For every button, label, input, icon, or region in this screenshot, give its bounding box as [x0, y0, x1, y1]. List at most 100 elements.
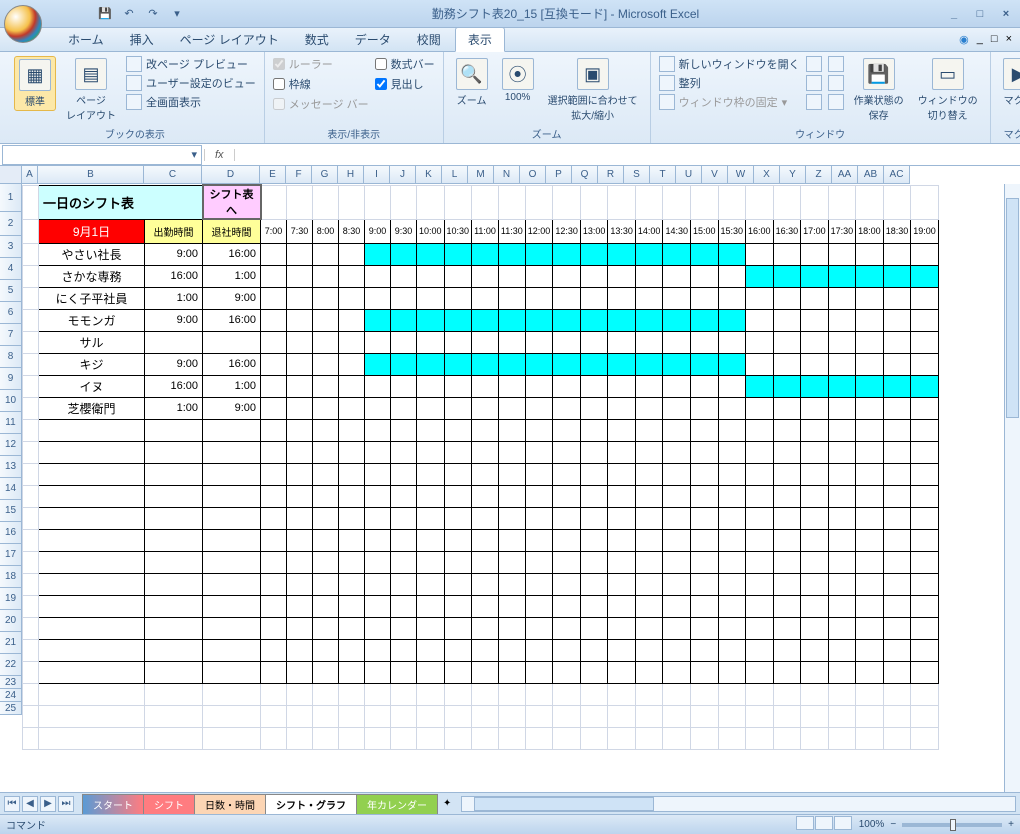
vertical-scrollbar[interactable] — [1004, 184, 1020, 792]
col-header-AC[interactable]: AC — [884, 166, 910, 184]
reset-pos-button[interactable] — [828, 94, 844, 110]
sheet-tab-1[interactable]: シフト — [143, 794, 195, 814]
row-header-1[interactable]: 1 — [0, 184, 22, 212]
mdi-restore[interactable]: □ — [991, 33, 998, 46]
col-header-T[interactable]: T — [650, 166, 676, 184]
chk-headings[interactable]: 見出し — [375, 76, 435, 92]
row-header-9[interactable]: 9 — [0, 368, 22, 390]
col-header-F[interactable]: F — [286, 166, 312, 184]
chk-formula-bar[interactable]: 数式バー — [375, 56, 435, 72]
tab-nav-last[interactable]: ⏭ — [58, 796, 74, 812]
arrange-button[interactable]: 整列 — [659, 75, 800, 91]
row-header-18[interactable]: 18 — [0, 566, 22, 588]
freeze-panes-button[interactable]: ウィンドウ枠の固定 ▾ — [659, 94, 800, 110]
row-header-22[interactable]: 22 — [0, 654, 22, 676]
select-all-corner[interactable] — [0, 166, 22, 184]
row-header-3[interactable]: 3 — [0, 236, 22, 258]
col-header-X[interactable]: X — [754, 166, 780, 184]
col-header-M[interactable]: M — [468, 166, 494, 184]
new-sheet-icon[interactable]: ✦ — [437, 798, 457, 809]
row-header-25[interactable]: 25 — [0, 702, 22, 715]
menu-tab-6[interactable]: 表示 — [455, 27, 505, 52]
menu-tab-5[interactable]: 校閲 — [405, 28, 453, 51]
col-header-D[interactable]: D — [202, 166, 260, 184]
new-window-button[interactable]: 新しいウィンドウを開く — [659, 56, 800, 72]
col-header-C[interactable]: C — [144, 166, 202, 184]
row-header-14[interactable]: 14 — [0, 478, 22, 500]
zoom-out[interactable]: − — [890, 819, 896, 830]
pagebreak-preview-button[interactable]: 改ページ プレビュー — [126, 56, 256, 72]
col-header-A[interactable]: A — [22, 166, 38, 184]
col-header-AA[interactable]: AA — [832, 166, 858, 184]
col-header-L[interactable]: L — [442, 166, 468, 184]
horizontal-scrollbar[interactable] — [461, 796, 1016, 812]
chk-gridlines[interactable]: 枠線 — [273, 76, 369, 92]
name-box[interactable]: ▾ — [2, 145, 202, 165]
col-header-R[interactable]: R — [598, 166, 624, 184]
view-normal-button[interactable]: ▦ 標準 — [14, 56, 56, 111]
sheet-tab-4[interactable]: 年カレンダー — [356, 794, 438, 814]
close-button[interactable]: × — [996, 5, 1016, 23]
row-header-8[interactable]: 8 — [0, 346, 22, 368]
split-button[interactable] — [806, 56, 822, 72]
view-buttons[interactable] — [796, 816, 853, 833]
row-header-21[interactable]: 21 — [0, 632, 22, 654]
col-header-E[interactable]: E — [260, 166, 286, 184]
col-header-U[interactable]: U — [676, 166, 702, 184]
zoom-slider[interactable] — [902, 823, 1002, 827]
office-button[interactable] — [4, 5, 42, 43]
hide-button[interactable] — [806, 75, 822, 91]
sync-scroll-button[interactable] — [828, 75, 844, 91]
qat-save-icon[interactable]: 💾 — [95, 4, 115, 24]
row-header-15[interactable]: 15 — [0, 500, 22, 522]
qat-undo-icon[interactable]: ↶ — [119, 4, 139, 24]
row-header-20[interactable]: 20 — [0, 610, 22, 632]
menu-tab-3[interactable]: 数式 — [293, 28, 341, 51]
fullscreen-button[interactable]: 全画面表示 — [126, 94, 256, 110]
col-header-Z[interactable]: Z — [806, 166, 832, 184]
row-header-11[interactable]: 11 — [0, 412, 22, 434]
zoom-in[interactable]: + — [1008, 819, 1014, 830]
col-header-B[interactable]: B — [38, 166, 144, 184]
hscroll-thumb[interactable] — [474, 797, 654, 811]
macros-button[interactable]: ▶マクロ — [999, 56, 1020, 109]
col-header-N[interactable]: N — [494, 166, 520, 184]
col-header-Y[interactable]: Y — [780, 166, 806, 184]
row-header-4[interactable]: 4 — [0, 258, 22, 280]
zoom-button[interactable]: 🔍ズーム — [452, 56, 492, 109]
col-header-I[interactable]: I — [364, 166, 390, 184]
tab-nav-next[interactable]: ▶ — [40, 796, 56, 812]
custom-view-button[interactable]: ユーザー設定のビュー — [126, 75, 256, 91]
col-header-V[interactable]: V — [702, 166, 728, 184]
save-workspace-button[interactable]: 💾作業状態の 保存 — [850, 56, 908, 124]
row-header-13[interactable]: 13 — [0, 456, 22, 478]
unhide-button[interactable] — [806, 94, 822, 110]
col-header-P[interactable]: P — [546, 166, 572, 184]
row-header-17[interactable]: 17 — [0, 544, 22, 566]
menu-tab-2[interactable]: ページ レイアウト — [168, 28, 291, 51]
maximize-button[interactable]: □ — [970, 5, 990, 23]
qat-redo-icon[interactable]: ↷ — [143, 4, 163, 24]
row-header-7[interactable]: 7 — [0, 324, 22, 346]
col-header-O[interactable]: O — [520, 166, 546, 184]
sheet-tab-0[interactable]: スタート — [82, 794, 144, 814]
zoom-level[interactable]: 100% — [859, 819, 885, 830]
tab-nav-prev[interactable]: ◀ — [22, 796, 38, 812]
col-header-K[interactable]: K — [416, 166, 442, 184]
row-header-5[interactable]: 5 — [0, 280, 22, 302]
fx-button[interactable]: fx — [204, 149, 235, 161]
menu-tab-0[interactable]: ホーム — [56, 28, 116, 51]
row-header-19[interactable]: 19 — [0, 588, 22, 610]
sheet-tab-2[interactable]: 日数・時間 — [194, 794, 266, 814]
row-header-12[interactable]: 12 — [0, 434, 22, 456]
col-header-G[interactable]: G — [312, 166, 338, 184]
name-box-dropdown-icon[interactable]: ▾ — [191, 148, 197, 161]
mdi-minimize[interactable]: _ — [977, 33, 983, 46]
menu-tab-4[interactable]: データ — [343, 28, 403, 51]
zoom-selection-button[interactable]: ▣選択範囲に合わせて 拡大/縮小 — [544, 56, 642, 124]
vscroll-thumb[interactable] — [1006, 198, 1019, 418]
mdi-close[interactable]: × — [1006, 33, 1012, 46]
minimize-button[interactable]: _ — [944, 5, 964, 23]
view-pagelayout-button[interactable]: ▤ ページ レイアウト — [62, 56, 120, 124]
col-header-AB[interactable]: AB — [858, 166, 884, 184]
